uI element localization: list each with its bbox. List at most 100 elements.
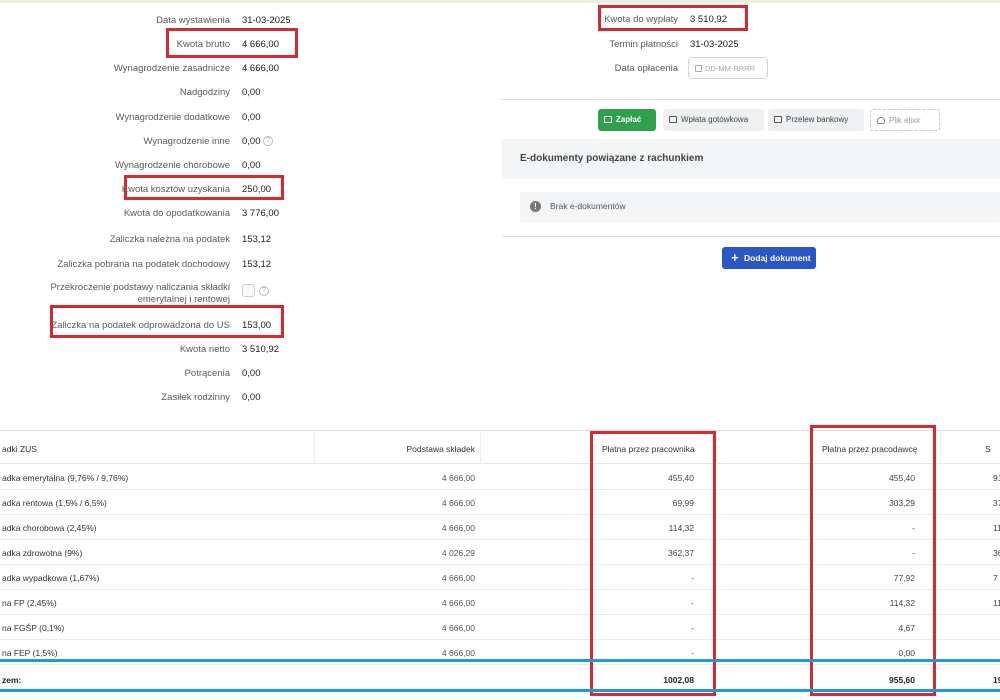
cell-suma: 11 xyxy=(993,598,1000,608)
field-wynagrodzenie-zasadnicze: Wynagrodzenie zasadnicze 4 666,00 xyxy=(0,57,500,81)
field-label: Zasiłek rodzinny xyxy=(161,392,230,403)
annotation-total-line-bottom xyxy=(0,689,1000,692)
field-label: Zaliczka pobrana na podatek dochodowy xyxy=(57,259,230,270)
field-value: 31-03-2025 xyxy=(690,39,739,50)
przelew-bankowy-button[interactable]: Przelew bankowy xyxy=(768,109,864,131)
printer-icon xyxy=(669,116,677,123)
cell-podstawa: 4 666,00 xyxy=(441,473,475,483)
field-label: Przekroczenie podstawy naliczania składk… xyxy=(50,282,230,305)
field-label: Wynagrodzenie inne xyxy=(143,136,230,147)
field-label: Termin płatności xyxy=(609,39,678,50)
cell-podstawa: 4 666,00 xyxy=(441,623,475,633)
field-kwota-do-opodatkowania: Kwota do opodatkowania 3 776,00 xyxy=(0,202,500,226)
field-value: 0,00 xyxy=(242,112,261,123)
field-nadgodziny: Nadgodziny 0,00 xyxy=(0,81,500,105)
cell-suma: 37 xyxy=(993,498,1000,508)
plik-elixir-button[interactable]: Plik elixir xyxy=(870,109,940,131)
column-separator xyxy=(940,431,941,464)
header-skladki: adki ZUS xyxy=(2,444,37,454)
info-icon[interactable]: ? xyxy=(259,286,269,296)
cell-suma: 7 xyxy=(993,573,998,583)
printer-icon xyxy=(774,116,782,123)
cell-name: adka zdrowotna (9%) xyxy=(2,548,83,558)
divider xyxy=(502,236,1000,237)
field-value: 3 510,92 xyxy=(242,344,279,355)
przekroczenie-checkbox[interactable] xyxy=(242,284,255,297)
annotation-total-line-top xyxy=(0,659,1000,662)
field-value: 0,00 xyxy=(242,160,261,171)
field-kwota-netto: Kwota netto 3 510,92 xyxy=(0,338,500,362)
cell-name: na FP (2,45%) xyxy=(2,598,57,608)
cell-name: adka wypadkowa (1,67%) xyxy=(2,573,100,583)
column-separator xyxy=(314,431,315,464)
plus-icon: + xyxy=(731,250,739,265)
cell-name: adka rentowa (1,5% / 6,5%) xyxy=(2,498,107,508)
field-wynagrodzenie-dodatkowe: Wynagrodzenie dodatkowe 0,00 xyxy=(0,106,500,130)
wplata-gotowkowa-button[interactable]: Wpłata gotówkowa xyxy=(663,109,764,131)
field-data-oplacenia: Data opłacenia DD-MM-RRRR xyxy=(500,57,1000,82)
field-zasilek-rodzinny: Zasiłek rodzinny 0,00 xyxy=(0,386,500,410)
payroll-details-panel: Data wystawienia 31-03-2025 Kwota brutto… xyxy=(0,3,500,430)
field-label: Data wystawienia xyxy=(156,15,230,26)
annotation-column-pracownik xyxy=(590,431,716,696)
annotation-zaliczka-us xyxy=(50,305,284,338)
payment-date-input[interactable]: DD-MM-RRRR xyxy=(688,57,768,79)
header-podstawa: Podstawa składek xyxy=(406,444,475,454)
cell-name: na FGŚP (0,1%) xyxy=(2,623,65,633)
column-separator xyxy=(480,431,481,464)
field-value: 0,00 xyxy=(242,392,261,403)
empty-label: Brak e-dokumentów xyxy=(550,201,626,211)
info-icon: ! xyxy=(530,201,541,212)
cell-podstawa: 4 666,00 xyxy=(441,523,475,533)
field-zaliczka-nalezna: Zaliczka należna na podatek 153,12 xyxy=(0,228,500,252)
annotation-kwota-do-wyplaty xyxy=(598,5,748,31)
field-label: Nadgodziny xyxy=(179,87,230,98)
dodaj-dokument-button[interactable]: + Dodaj dokument xyxy=(722,247,816,269)
field-label: Wynagrodzenie dodatkowe xyxy=(115,112,230,123)
edocs-section-title: E-dokumenty powiązane z rachunkiem xyxy=(502,139,1000,179)
cell-suma-total: 195 xyxy=(993,675,1000,685)
divider xyxy=(500,99,1000,100)
cell-name: adka emerytalna (9,76% / 9,76%) xyxy=(2,473,129,483)
cell-name: na FEP (1,5%) xyxy=(2,648,58,658)
field-value: 153,12 xyxy=(242,234,272,245)
column-separator xyxy=(716,431,717,464)
cell-suma: 91 xyxy=(993,473,1000,483)
field-value: 153,12 xyxy=(242,259,272,270)
field-value: 0,00 xyxy=(242,87,261,98)
cell-podstawa: 4 666,00 xyxy=(441,598,475,608)
field-kwota-do-wyplaty: Kwota do wypłaty 3 510,92 xyxy=(500,9,1000,33)
field-label: Wynagrodzenie chorobowe xyxy=(114,160,230,171)
cell-podstawa: 4 666,00 xyxy=(441,573,475,583)
field-label: Kwota do opodatkowania xyxy=(123,208,230,219)
cell-suma: 11 xyxy=(993,523,1000,533)
cell-name: adka chorobowa (2,45%) xyxy=(2,523,97,533)
payment-panel: Kwota do wypłaty 3 510,92 Termin płatnoś… xyxy=(500,3,1000,430)
field-label: Zaliczka należna na podatek xyxy=(109,234,230,245)
cell-podstawa: 4 026,29 xyxy=(441,548,475,558)
zaplac-button[interactable]: Zapłać xyxy=(598,109,656,131)
field-potracenia: Potrącenia 0,00 xyxy=(0,362,500,386)
field-value: 0,00 xyxy=(242,136,261,147)
date-placeholder: DD-MM-RRRR xyxy=(705,64,755,73)
field-value: 4 666,00 xyxy=(242,63,279,74)
button-label: Plik elixir xyxy=(889,116,921,125)
field-value: 31-03-2025 xyxy=(242,15,291,26)
field-value: 3 776,00 xyxy=(242,208,279,219)
field-label: Kwota netto xyxy=(179,344,230,355)
edocs-empty-message: ! Brak e-dokumentów xyxy=(520,192,1000,222)
button-label: Zapłać xyxy=(616,115,642,124)
calendar-icon xyxy=(695,65,702,72)
info-icon[interactable]: ? xyxy=(263,136,273,146)
cell-suma: 36 xyxy=(993,548,1000,558)
field-label: Potrącenia xyxy=(184,368,230,379)
cell-podstawa: 4 666,00 xyxy=(441,498,475,508)
annotation-column-pracodawca xyxy=(810,425,936,696)
field-wynagrodzenie-inne: Wynagrodzenie inne 0,00 ? xyxy=(0,130,500,154)
wallet-icon xyxy=(604,116,612,123)
button-label: Dodaj dokument xyxy=(744,253,811,263)
cloud-download-icon xyxy=(877,117,885,124)
field-termin-platnosci: Termin płatności 31-03-2025 xyxy=(500,34,1000,58)
field-value: 0,00 xyxy=(242,368,261,379)
header-suma: S xyxy=(985,444,991,454)
